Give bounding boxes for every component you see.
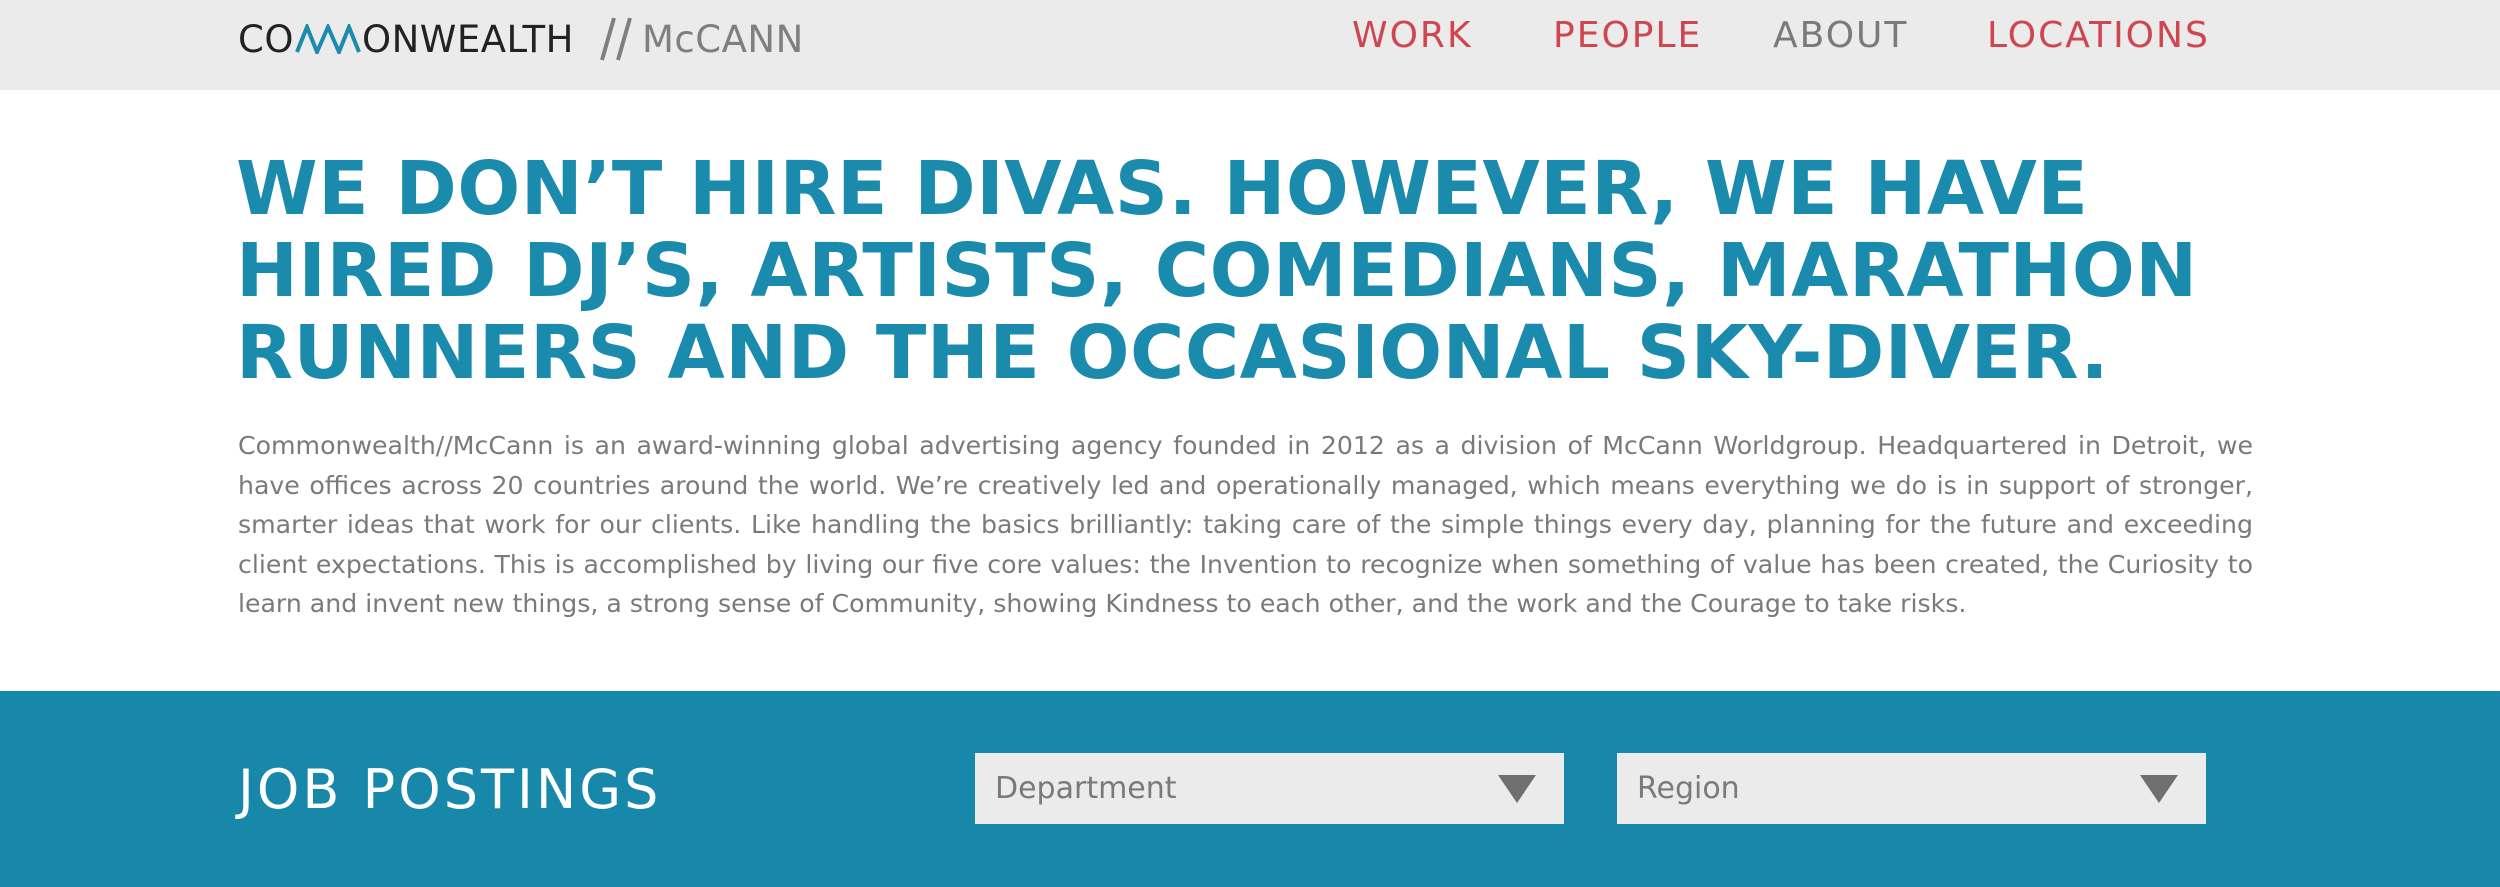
hero-headline-line: RUNNERS AND THE OCCASIONAL SKY-DIVER. bbox=[236, 310, 2110, 396]
brand-logo-text-start: CO bbox=[238, 17, 294, 61]
nav-item-work[interactable]: WORK bbox=[1352, 14, 1473, 58]
department-select[interactable]: Department bbox=[975, 753, 1564, 824]
caret-down-icon bbox=[2140, 775, 2178, 803]
brand-logo-mccann: McCANN bbox=[642, 17, 804, 61]
nav-item-about[interactable]: ABOUT bbox=[1773, 14, 1908, 58]
hero-headline-line: HIRED DJ’S, ARTISTS, COMEDIANS, MARATHON bbox=[236, 228, 2198, 314]
top-navigation-bar: CO ONWEALTH McCANN WORK PEOPLE ABOUT LOC… bbox=[0, 0, 2500, 90]
region-select[interactable]: Region bbox=[1617, 753, 2206, 824]
department-select-value: Department bbox=[995, 771, 1177, 806]
job-postings-title: JOB POSTINGS bbox=[238, 758, 662, 821]
hero-headline-line: WE DON’T HIRE DIVAS. HOWEVER, WE HAVE bbox=[236, 146, 2089, 232]
brand-zigzag-mark-icon bbox=[295, 24, 361, 54]
region-select-value: Region bbox=[1637, 771, 1740, 806]
brand-logo-text-end: ONWEALTH bbox=[361, 17, 574, 61]
hero-headline: WE DON’T HIRE DIVAS. HOWEVER, WE HAVE HI… bbox=[236, 148, 2266, 394]
double-slash-icon bbox=[600, 17, 632, 61]
caret-down-icon bbox=[1498, 775, 1536, 803]
nav-item-people[interactable]: PEOPLE bbox=[1553, 14, 1702, 58]
brand-logo[interactable]: CO ONWEALTH McCANN bbox=[238, 14, 804, 64]
hero-body-copy: Commonwealth//McCann is an award-winning… bbox=[238, 431, 2253, 618]
nav-item-locations[interactable]: LOCATIONS bbox=[1987, 14, 2210, 58]
